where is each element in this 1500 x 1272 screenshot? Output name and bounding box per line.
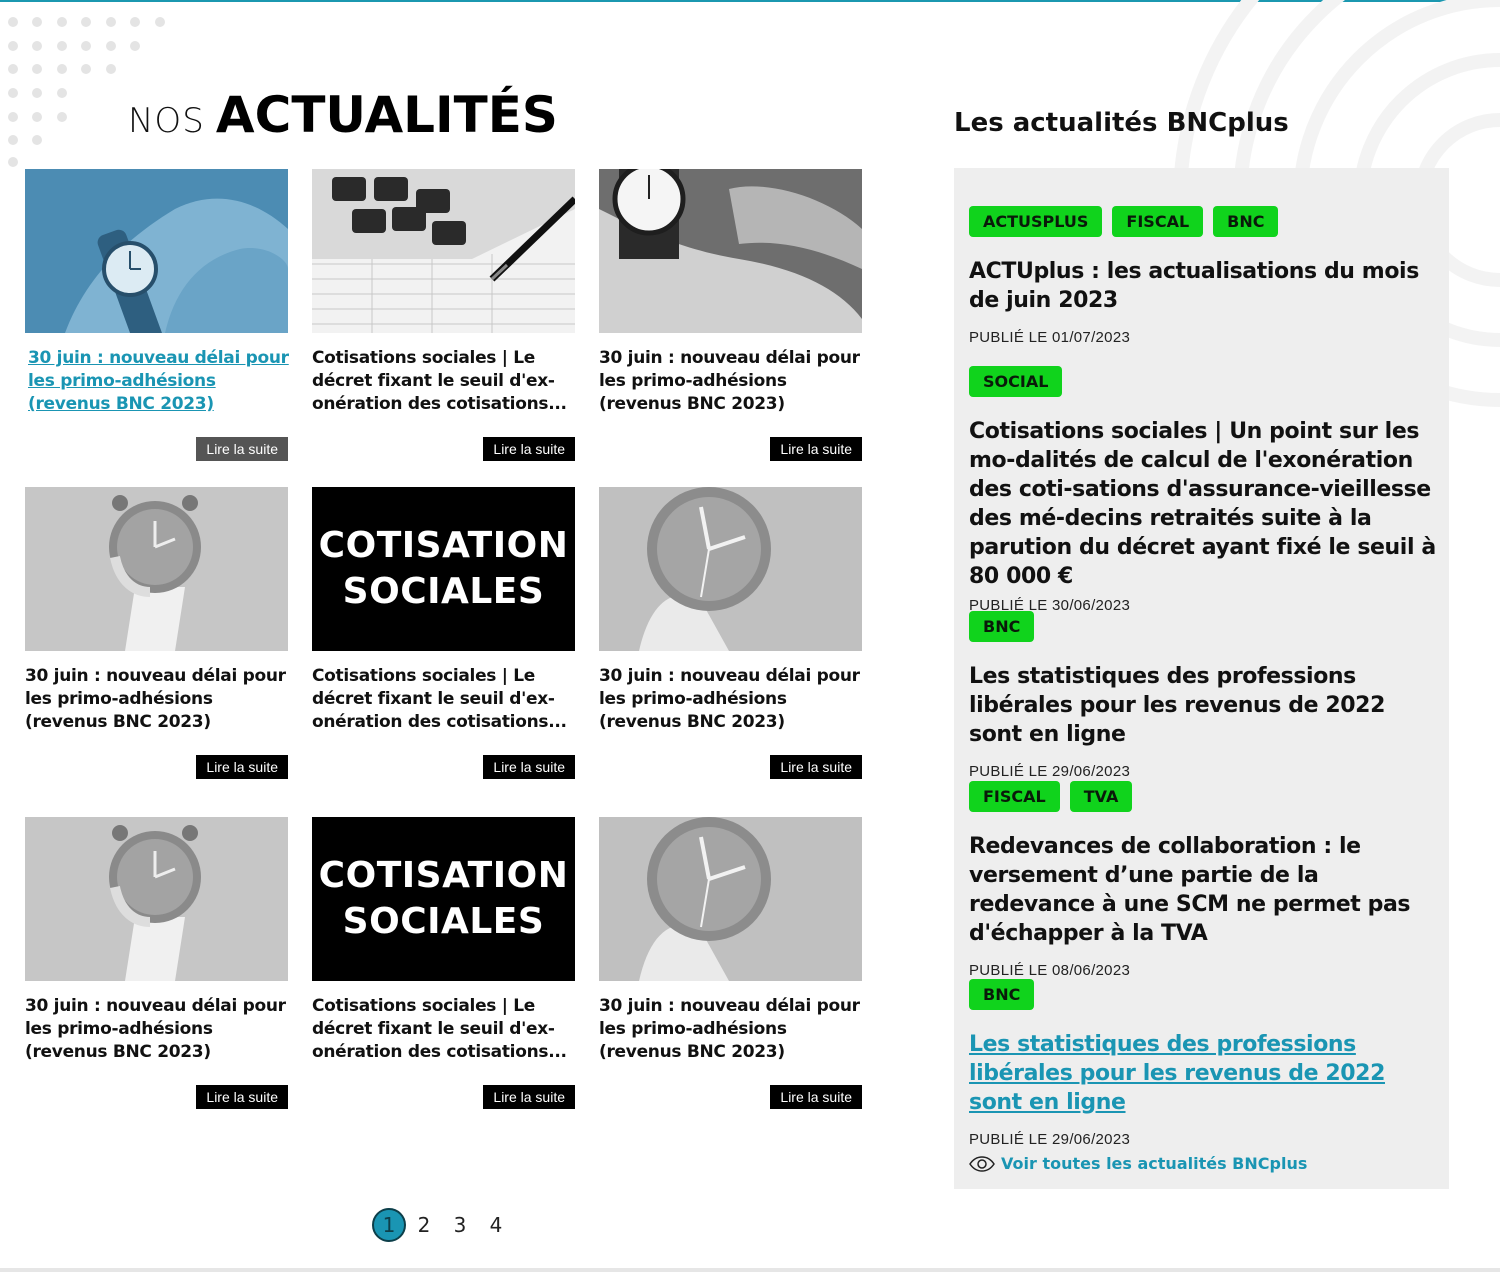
tag-badge[interactable]: BNC [969, 611, 1035, 642]
page-link-1[interactable]: 1 [372, 1208, 406, 1242]
sidebar-news-panel: ACTUSPLUS FISCAL BNC ACTUplus : les actu… [954, 168, 1449, 1189]
tag-list: BNC [969, 611, 1439, 642]
section-title-light: NOS [128, 101, 205, 141]
read-more-button[interactable]: Lire la suite [770, 755, 862, 779]
sidebar-title: Les actualités BNCplus [954, 108, 1289, 138]
news-card-image-alarm-clock[interactable] [599, 487, 862, 651]
news-card[interactable]: 30 juin : nouveau délai pour les primo-a… [599, 487, 862, 787]
news-card-title[interactable]: Cotisations sociales | Le décret fixant … [312, 347, 578, 416]
page-link-3[interactable]: 3 [442, 1213, 478, 1237]
sidebar-news-item: ACTUSPLUS FISCAL BNC ACTUplus : les actu… [969, 206, 1439, 346]
news-card-title[interactable]: 30 juin : nouveau délai pour les primo-a… [28, 347, 294, 416]
news-card-title[interactable]: 30 juin : nouveau délai pour les primo-a… [25, 995, 291, 1064]
read-more-button[interactable]: Lire la suite [196, 1085, 288, 1109]
sidebar-news-item: SOCIAL Cotisations sociales | Un point s… [969, 366, 1439, 614]
news-card-image-alarm-clock[interactable] [25, 487, 288, 651]
sidebar-news-title[interactable]: Cotisations sociales | Un point sur les … [969, 417, 1439, 591]
tag-badge[interactable]: FISCAL [1112, 206, 1204, 237]
news-card[interactable]: 30 juin : nouveau délai pour les primo-a… [599, 817, 862, 1117]
read-more-button[interactable]: Lire la suite [483, 1085, 575, 1109]
sidebar-news-title[interactable]: Redevances de collaboration : le verseme… [969, 832, 1439, 948]
news-card-image-calculator[interactable] [312, 169, 575, 333]
news-card[interactable]: 30 juin : nouveau délai pour les primo-a… [25, 817, 288, 1117]
read-more-button[interactable]: Lire la suite [770, 1085, 862, 1109]
news-card[interactable]: 30 juin : nouveau délai pour les primo-a… [599, 169, 862, 469]
cotisation-image-line2: SOCIALES [342, 571, 545, 612]
read-more-button[interactable]: Lire la suite [483, 437, 575, 461]
sidebar-news-title[interactable]: Les statistiques des professions libéral… [969, 662, 1439, 749]
see-all-label[interactable]: Voir toutes les actualités BNCplus [1001, 1154, 1307, 1173]
sidebar-news-date: PUBLIÉ LE 29/06/2023 [969, 763, 1131, 780]
news-card[interactable]: Cotisations sociales | Le décret fixant … [312, 169, 575, 469]
tag-badge[interactable]: BNC [969, 979, 1035, 1010]
bottom-divider [0, 1268, 1500, 1272]
news-card[interactable]: COTISATION SOCIALES Cotisations sociales… [312, 817, 575, 1117]
tag-badge[interactable]: ACTUSPLUS [969, 206, 1103, 237]
news-card[interactable]: 30 juin : nouveau délai pour les primo-a… [25, 169, 289, 469]
pagination: 1 2 3 4 [372, 1208, 514, 1242]
news-card-title[interactable]: 30 juin : nouveau délai pour les primo-a… [599, 665, 865, 734]
eye-icon [969, 1155, 995, 1172]
sidebar-news-title[interactable]: ACTUplus : les actualisations du mois de… [969, 257, 1439, 315]
tag-badge[interactable]: FISCAL [969, 781, 1060, 812]
news-card-image-cotisation[interactable]: COTISATION SOCIALES [312, 817, 575, 981]
news-card-image-alarm-clock[interactable] [599, 817, 862, 981]
cotisation-image-line1: COTISATION [318, 525, 569, 566]
page-link-2[interactable]: 2 [406, 1213, 442, 1237]
tag-badge[interactable]: TVA [1069, 781, 1133, 812]
sidebar-news-date: PUBLIÉ LE 08/06/2023 [969, 962, 1131, 979]
news-card[interactable]: COTISATION SOCIALES Cotisations sociales… [312, 487, 575, 787]
news-card-image-watch[interactable] [599, 169, 862, 333]
news-card-image-cotisation[interactable]: COTISATION SOCIALES [312, 487, 575, 651]
news-card-title[interactable]: Cotisations sociales | Le décret fixant … [312, 665, 578, 734]
news-card-image-alarm-clock[interactable] [25, 817, 288, 981]
cotisation-image-line1: COTISATION [318, 855, 569, 896]
sidebar-news-title[interactable]: Les statistiques des professions libéral… [969, 1030, 1439, 1117]
section-title-bold: ACTUALITÉS [215, 86, 558, 144]
news-card-title[interactable]: Cotisations sociales | Le décret fixant … [312, 995, 578, 1064]
page-link-4[interactable]: 4 [478, 1213, 514, 1237]
tag-list: SOCIAL [969, 366, 1439, 397]
sidebar-news-item: FISCAL TVA Redevances de collaboration :… [969, 781, 1439, 979]
read-more-button[interactable]: Lire la suite [196, 755, 288, 779]
tag-list: BNC [969, 979, 1439, 1010]
news-card-title[interactable]: 30 juin : nouveau délai pour les primo-a… [599, 995, 865, 1064]
news-card-title[interactable]: 30 juin : nouveau délai pour les primo-a… [25, 665, 291, 734]
cotisation-image-line2: SOCIALES [342, 901, 545, 942]
tag-list: ACTUSPLUS FISCAL BNC [969, 206, 1439, 237]
read-more-button[interactable]: Lire la suite [483, 755, 575, 779]
tag-badge[interactable]: BNC [1213, 206, 1279, 237]
news-card-image-watch[interactable] [25, 169, 288, 333]
sidebar-news-date: PUBLIÉ LE 01/07/2023 [969, 329, 1131, 346]
tag-badge[interactable]: SOCIAL [969, 366, 1063, 397]
sidebar-news-item: BNC Les statistiques des professions lib… [969, 611, 1439, 780]
sidebar-news-item: BNC Les statistiques des professions lib… [969, 979, 1439, 1148]
section-title: NOS ACTUALITÉS [128, 86, 558, 144]
sidebar-news-date: PUBLIÉ LE 29/06/2023 [969, 1131, 1131, 1148]
news-card[interactable]: 30 juin : nouveau délai pour les primo-a… [25, 487, 288, 787]
see-all-news-link[interactable]: Voir toutes les actualités BNCplus [969, 1154, 1307, 1173]
read-more-button[interactable]: Lire la suite [770, 437, 862, 461]
tag-list: FISCAL TVA [969, 781, 1439, 812]
news-card-title[interactable]: 30 juin : nouveau délai pour les primo-a… [599, 347, 865, 416]
news-grid: 30 juin : nouveau délai pour les primo-a… [25, 169, 865, 1119]
read-more-button[interactable]: Lire la suite [196, 437, 288, 461]
